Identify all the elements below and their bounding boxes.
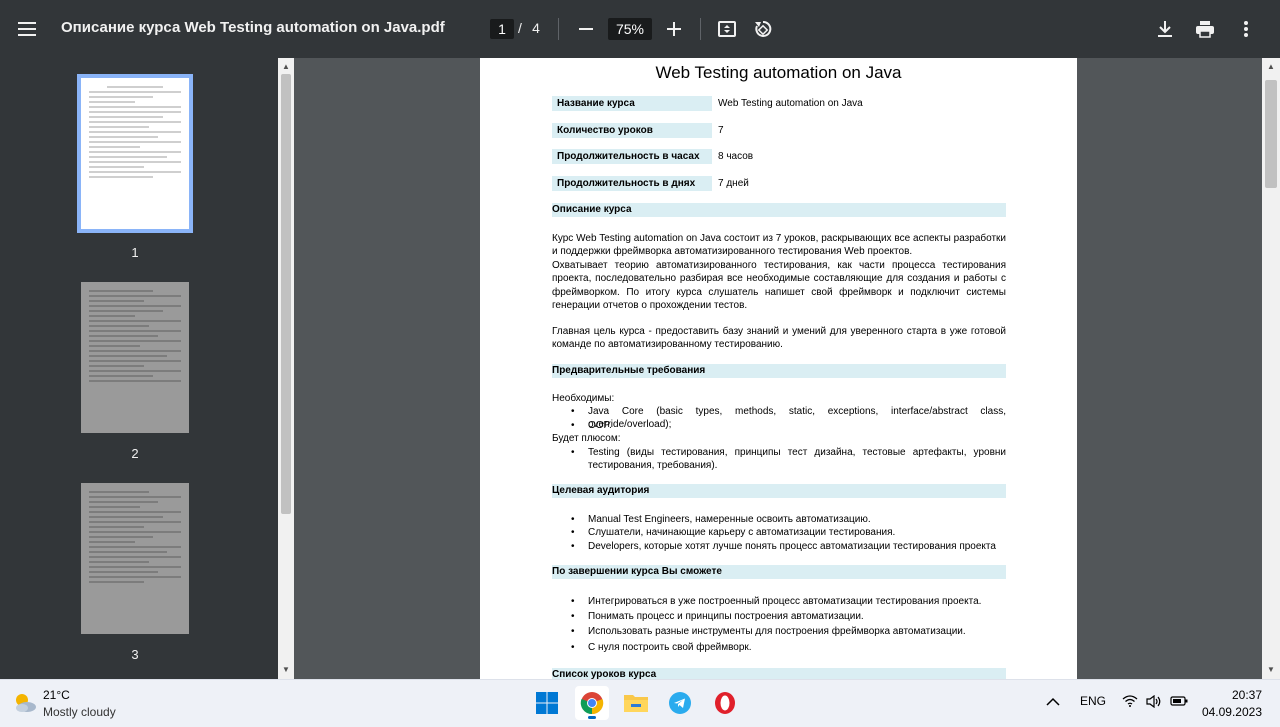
clock-date[interactable]: 04.09.2023 [1190, 705, 1262, 719]
zoom-out-icon[interactable] [574, 17, 598, 41]
scrollbar-thumb[interactable] [281, 74, 291, 514]
description-paragraph: Курс Web Testing automation on Java сост… [552, 233, 1006, 258]
battery-icon[interactable] [1170, 695, 1188, 710]
page-number-input[interactable]: 1 [490, 19, 514, 39]
info-label: Продолжительность в часах [552, 149, 712, 164]
info-row: Продолжительность в днях 7 дней [552, 176, 1006, 192]
toolbar-divider [558, 18, 559, 40]
page-total: 4 [532, 20, 540, 36]
info-row: Количество уроков 7 [552, 123, 1006, 139]
description-paragraph: Главная цель курса - предоставить базу з… [552, 326, 1006, 351]
list-item: Testing (виды тестирования, принципы тес… [571, 446, 1006, 473]
list-item: Понимать процесс и принципы построения а… [571, 610, 1006, 624]
document-title: Описание курса Web Testing automation on… [61, 19, 445, 36]
wifi-icon[interactable] [1122, 695, 1138, 710]
download-icon[interactable] [1153, 17, 1177, 41]
section-heading: Предварительные требования [552, 364, 1006, 378]
info-value: Web Testing automation on Java [718, 98, 863, 109]
document-heading: Web Testing automation on Java [655, 63, 902, 82]
file-explorer-icon[interactable] [619, 686, 653, 720]
thumbnail-label: 2 [131, 446, 139, 461]
section-heading: Описание курса [552, 203, 1006, 217]
clock-time[interactable]: 20:37 [1218, 688, 1262, 702]
plus-label: Будет плюсом: [552, 433, 621, 444]
pdf-viewer: Web Testing automation on Java Название … [294, 58, 1262, 679]
rotate-icon[interactable] [751, 17, 775, 41]
section-heading: Список уроков курса [552, 668, 1006, 679]
list-item: Использовать разные инструменты для пост… [571, 625, 1006, 639]
info-row: Название курса Web Testing automation on… [552, 96, 1006, 112]
more-options-icon[interactable] [1234, 17, 1258, 41]
scroll-down-icon[interactable]: ▼ [278, 663, 294, 677]
scroll-up-icon[interactable]: ▲ [1262, 60, 1280, 74]
sidebar-scrollbar[interactable]: ▲ ▼ [278, 58, 294, 679]
info-value: 8 часов [718, 151, 754, 162]
thumbnail-label: 3 [131, 647, 139, 662]
info-value: 7 дней [718, 178, 749, 189]
chrome-icon[interactable] [575, 686, 609, 720]
opera-icon[interactable] [708, 686, 742, 720]
page-thumbnail-3[interactable] [81, 483, 189, 634]
info-value: 7 [718, 125, 724, 136]
weather-temperature[interactable]: 21°C [43, 688, 70, 702]
print-icon[interactable] [1193, 17, 1217, 41]
zoom-level-input[interactable]: 75% [608, 18, 652, 40]
pdf-toolbar: Описание курса Web Testing automation on… [0, 0, 1280, 58]
chevron-up-icon[interactable] [1046, 695, 1060, 709]
language-indicator[interactable]: ENG [1080, 694, 1106, 708]
list-item: OOP. [571, 419, 1006, 433]
list-item: С нуля построить свой фреймворк. [571, 641, 1006, 655]
fit-to-page-icon[interactable] [715, 17, 739, 41]
required-label: Необходимы: [552, 393, 615, 404]
list-item: Developers, которые хотят лучше понять п… [571, 540, 1006, 554]
list-item: Интегрироваться в уже построенный процес… [571, 595, 1006, 609]
scroll-down-icon[interactable]: ▼ [1262, 663, 1280, 677]
thumbnail-sidebar: 1 2 3 [0, 58, 278, 679]
weather-cloudy-icon[interactable] [12, 690, 38, 716]
pdf-page: Web Testing automation on Java Название … [480, 58, 1077, 679]
taskbar: 21°C Mostly cloudy ENG 20:37 04.09.2023 [0, 679, 1280, 727]
scroll-up-icon[interactable]: ▲ [278, 60, 294, 74]
thumbnail-label: 1 [131, 245, 139, 260]
menu-icon[interactable] [14, 17, 40, 41]
description-paragraph: Охватывает теорию автоматизированного те… [552, 260, 1006, 312]
info-label: Продолжительность в днях [552, 176, 712, 191]
info-label: Название курса [552, 96, 712, 111]
info-row: Продолжительность в часах 8 часов [552, 149, 1006, 165]
toolbar-divider [700, 18, 701, 40]
page-thumbnail-1[interactable] [77, 74, 193, 233]
document-scrollbar[interactable]: ▲ ▼ [1262, 58, 1280, 679]
active-app-indicator [588, 716, 596, 719]
volume-icon[interactable] [1146, 694, 1162, 711]
info-label: Количество уроков [552, 123, 712, 138]
windows-start-icon[interactable] [530, 686, 564, 720]
section-heading: Целевая аудитория [552, 484, 1006, 498]
page-separator: / [518, 20, 522, 36]
list-item: Manual Test Engineers, намеренные освоит… [571, 513, 1006, 527]
zoom-in-icon[interactable] [662, 17, 686, 41]
list-item: Слушатели, начинающие карьеру с автомати… [571, 526, 1006, 540]
page-thumbnail-2[interactable] [81, 282, 189, 433]
section-heading: По завершении курса Вы сможете [552, 565, 1006, 579]
telegram-icon[interactable] [663, 686, 697, 720]
scrollbar-thumb[interactable] [1265, 80, 1277, 188]
weather-description[interactable]: Mostly cloudy [43, 705, 116, 719]
